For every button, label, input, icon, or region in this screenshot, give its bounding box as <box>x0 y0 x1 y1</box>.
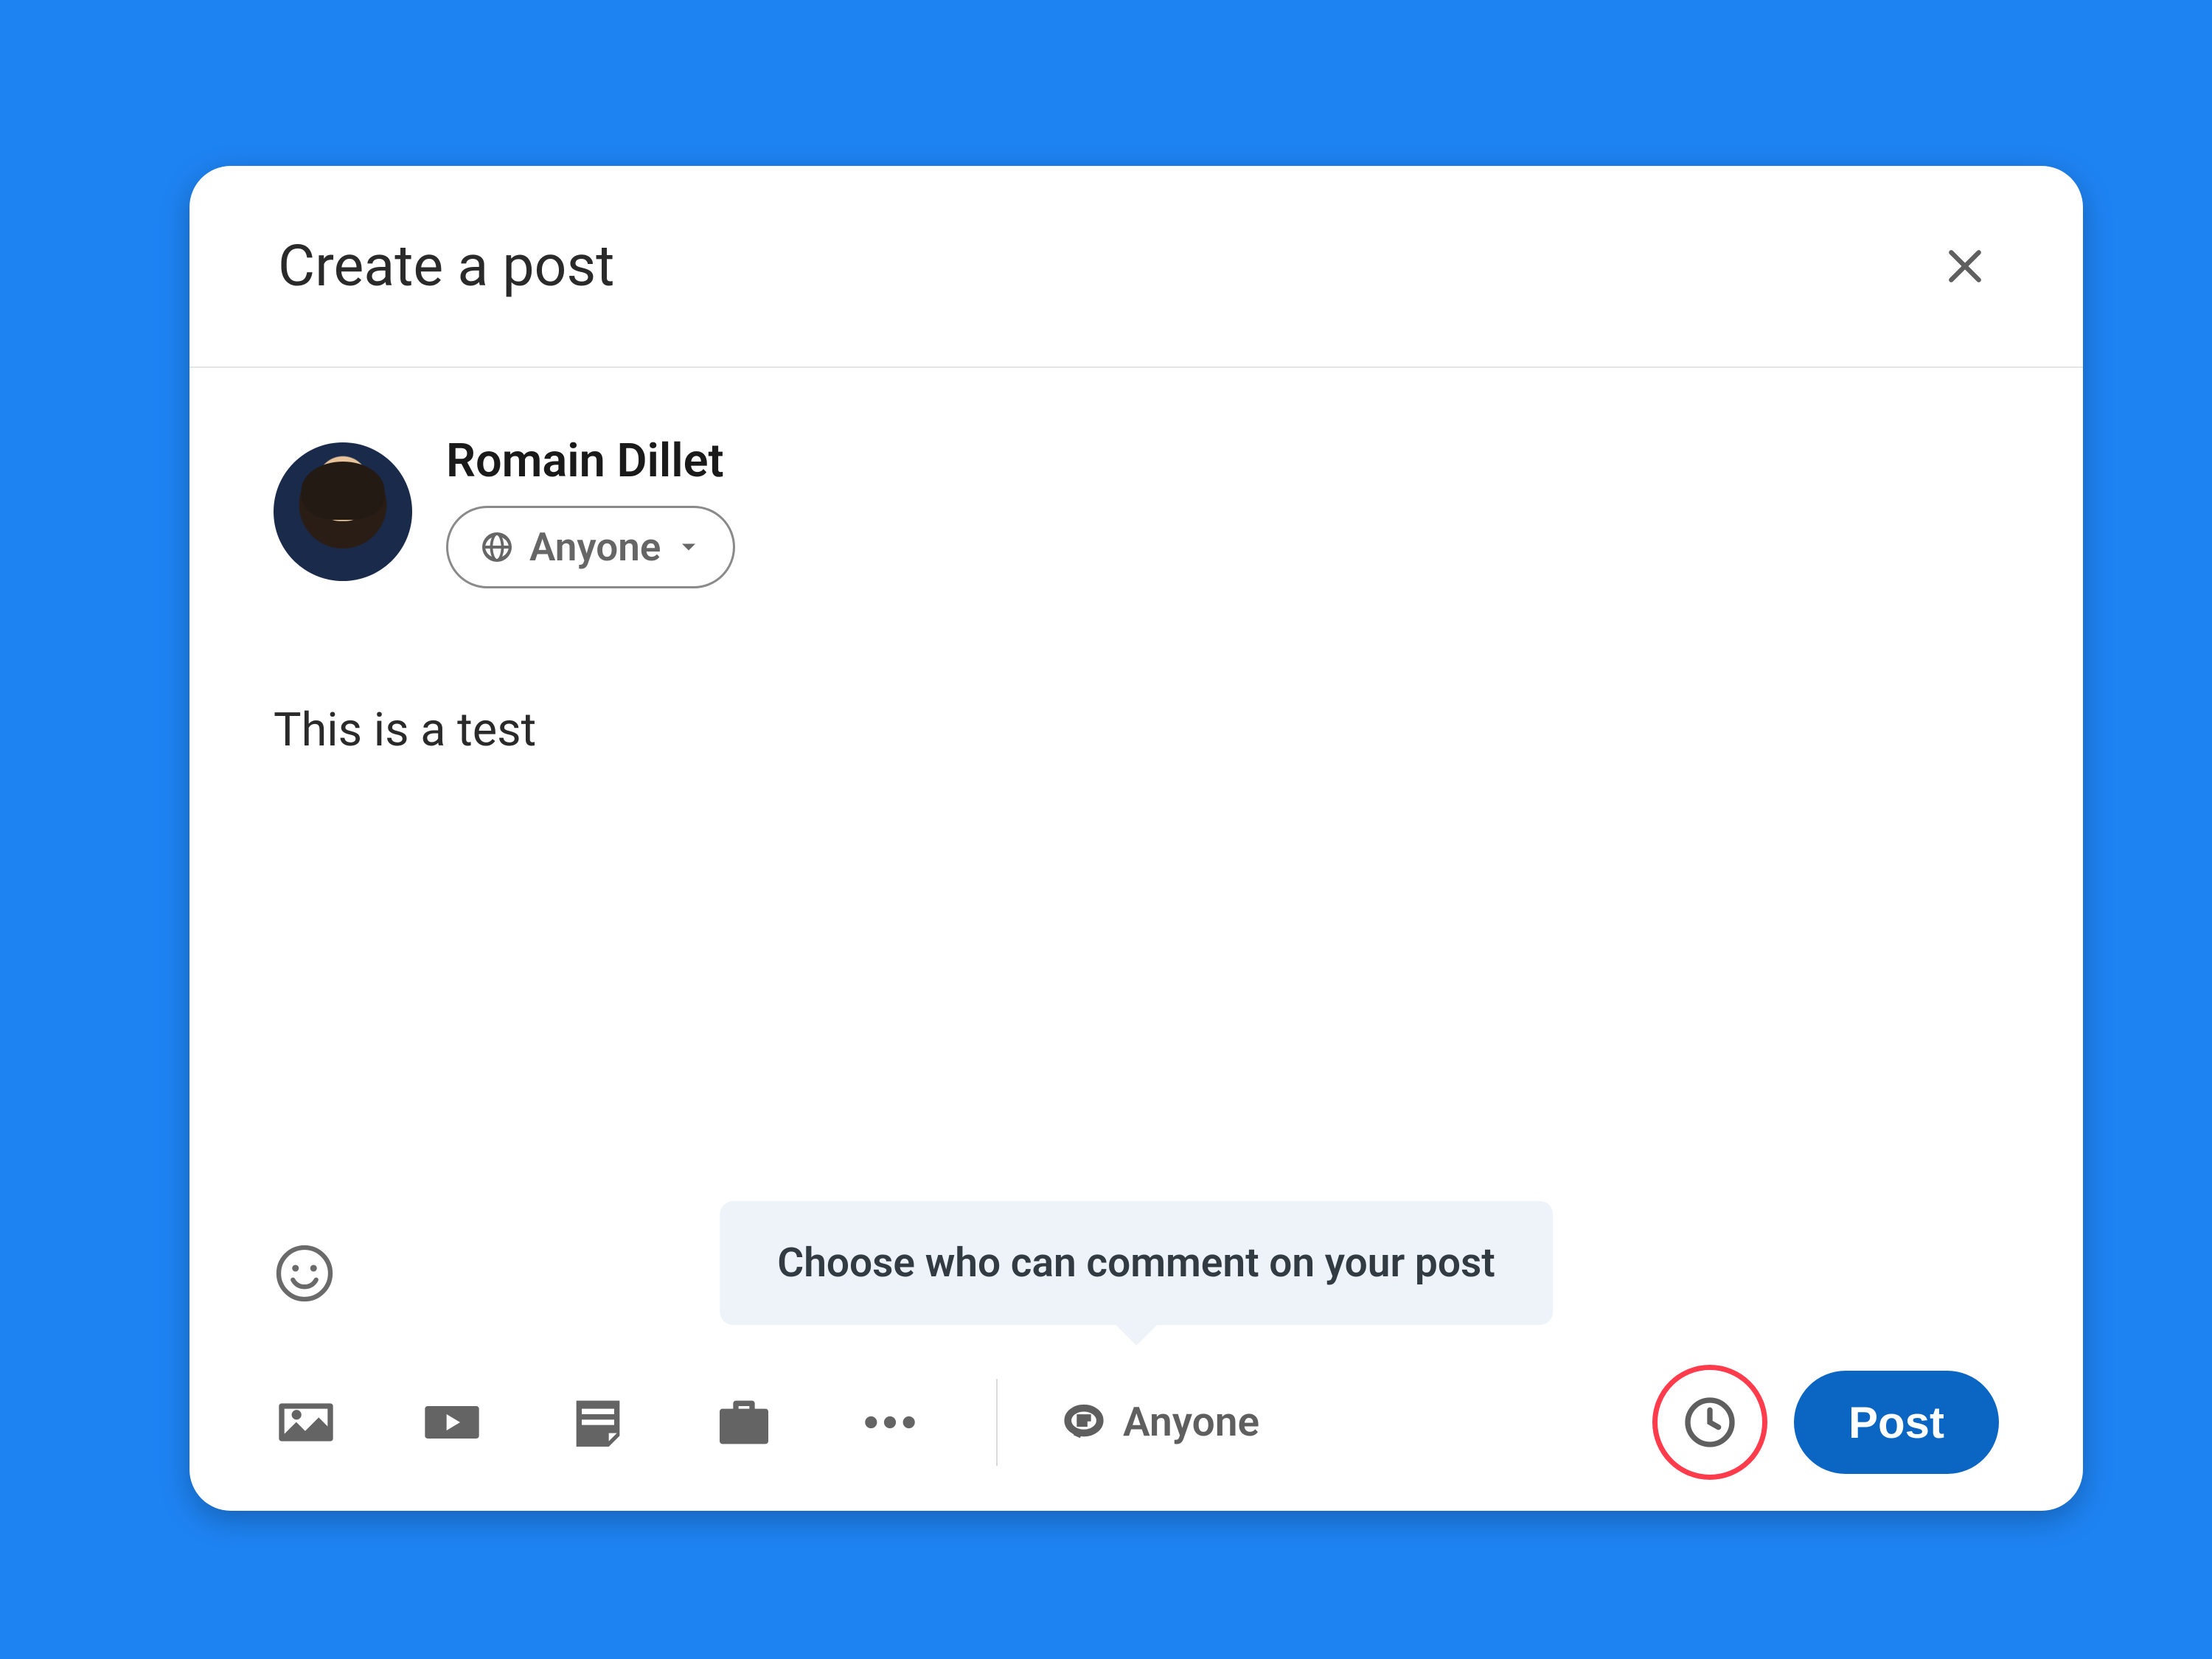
clock-icon <box>1680 1393 1739 1452</box>
modal-title: Create a post <box>278 233 614 299</box>
add-document-button[interactable] <box>566 1390 630 1455</box>
close-icon <box>1941 243 1989 290</box>
comment-control-label: Anyone <box>1123 1399 1259 1446</box>
more-button[interactable] <box>858 1390 922 1455</box>
modal-body: Romain Dillet Anyone Choose who can <box>189 368 2083 1334</box>
schedule-button[interactable] <box>1680 1393 1739 1452</box>
divider <box>996 1379 998 1466</box>
create-post-modal: Create a post Romain Dillet Anyone <box>189 166 2083 1511</box>
schedule-highlight-ring <box>1652 1365 1767 1480</box>
post-button[interactable]: Post <box>1794 1371 1999 1474</box>
modal-footer: Anyone Post <box>189 1334 2083 1511</box>
close-button[interactable] <box>1935 237 1994 296</box>
emoji-button[interactable] <box>274 1242 335 1304</box>
globe-icon <box>479 529 515 565</box>
author-name: Romain Dillet <box>446 434 735 488</box>
comment-control-button[interactable]: Anyone <box>1062 1399 1259 1446</box>
modal-header: Create a post <box>189 166 2083 368</box>
author-meta: Romain Dillet Anyone <box>446 434 735 588</box>
photo-icon <box>274 1390 338 1455</box>
visibility-selector[interactable]: Anyone <box>446 506 735 588</box>
comment-control-tooltip: Choose who can comment on your post <box>720 1201 1553 1325</box>
avatar <box>274 442 412 581</box>
comment-icon <box>1062 1401 1105 1444</box>
document-icon <box>566 1390 630 1455</box>
right-actions: Post <box>1652 1365 1999 1480</box>
video-icon <box>420 1390 484 1455</box>
visibility-label: Anyone <box>529 524 661 570</box>
add-video-button[interactable] <box>420 1390 484 1455</box>
emoji-icon <box>274 1242 335 1304</box>
add-photo-button[interactable] <box>274 1390 338 1455</box>
attachment-actions <box>274 1390 922 1455</box>
post-textarea[interactable] <box>274 699 1999 1009</box>
author-row: Romain Dillet Anyone <box>274 434 1999 588</box>
add-job-button[interactable] <box>712 1390 776 1455</box>
tooltip-text: Choose who can comment on your post <box>777 1239 1495 1287</box>
briefcase-icon <box>712 1390 776 1455</box>
caret-down-icon <box>675 534 702 560</box>
more-icon <box>858 1390 922 1455</box>
